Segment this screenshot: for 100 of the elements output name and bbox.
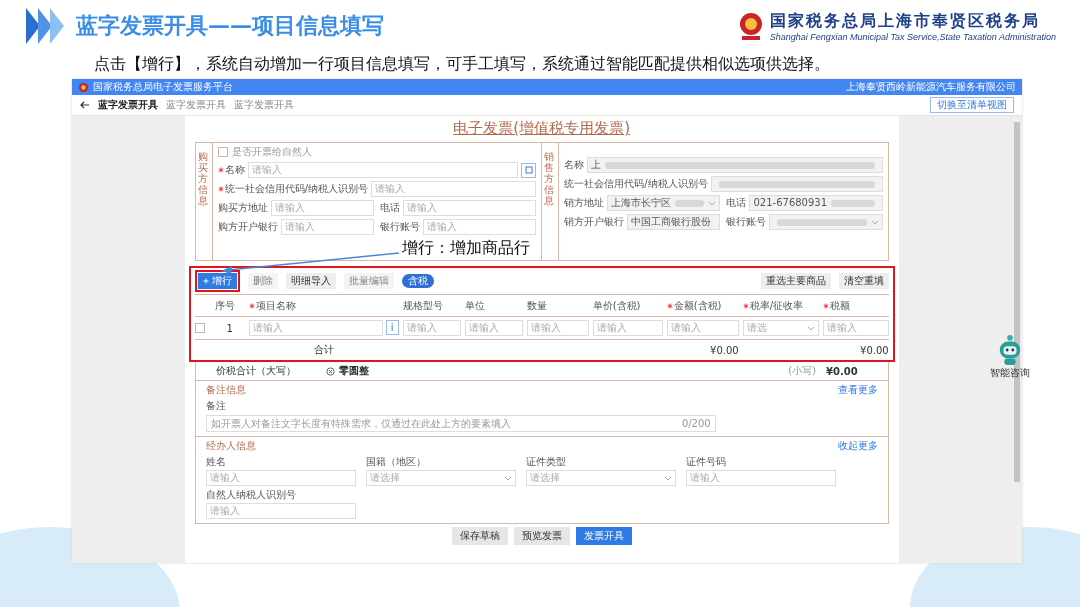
toolbar-button[interactable]: 明细导入 (285, 273, 336, 289)
section-side-label: 销售方信息 (542, 143, 560, 260)
breadcrumb-item[interactable]: 蓝字发票开具 (166, 98, 226, 112)
required-asterisk-icon (217, 167, 224, 173)
section-title: 备注信息 (205, 383, 246, 397)
input-field[interactable]: 请输入 (371, 181, 537, 197)
footer-button[interactable]: 发票开具 (575, 527, 632, 545)
input-field[interactable]: 请输入 (248, 320, 383, 336)
field-label: 备注 (205, 399, 227, 413)
field-value: 021-67680931 (753, 196, 828, 210)
invoice-title: 电子发票(增值税专用发票) (452, 118, 632, 139)
column-header: 单价(含税) (592, 299, 642, 313)
field-label: 名称 (564, 158, 585, 172)
field-label: 电话 (379, 201, 400, 215)
organization-name: 国家税务总局上海市奉贤区税务局 (769, 10, 1041, 32)
field-value: 上 (591, 158, 602, 172)
input-field[interactable]: 请输入 (247, 162, 519, 178)
switch-view-button[interactable]: 切换至清单视图 (930, 97, 1014, 113)
required-asterisk-icon (742, 303, 749, 309)
amount-in-words: 零圆整 (338, 364, 369, 378)
slide-title: 蓝字发票开具——项目信息填写 (76, 12, 384, 40)
organization-english-name: Shanghai Fengxian Municipal Tax Service,State Taxation Administration (769, 31, 1056, 42)
field-label: 证件号码 (685, 455, 727, 469)
redacted-block (831, 199, 875, 207)
redacted-block (675, 199, 705, 207)
toggle-switch[interactable]: 含税 (401, 274, 434, 288)
breadcrumb-item[interactable]: 蓝字发票开具 (234, 98, 294, 112)
input-field[interactable]: 请输入 (270, 200, 374, 216)
field-label: 银行账号 (379, 220, 420, 234)
input-field[interactable]: 请输入 (526, 320, 589, 336)
column-header: 规格型号 (402, 299, 444, 313)
total-amount: ¥0.00 (709, 344, 739, 356)
input-field[interactable]: 请输入 (402, 200, 537, 216)
toolbar-button[interactable]: 重选主要商品 (760, 273, 831, 289)
toolbar-button[interactable]: 清空重填 (838, 273, 889, 289)
checkbox-label: 是否开票给自然人 (231, 145, 312, 159)
field-label: 姓名 (205, 455, 227, 469)
footer-button[interactable]: 预览发票 (513, 527, 570, 545)
total-label: 价税合计（大写） (215, 364, 296, 378)
input-field[interactable]: 请输入 (205, 503, 356, 519)
lookup-button[interactable] (521, 162, 537, 178)
input-field[interactable]: 请输入 (685, 470, 836, 486)
required-asterisk-icon (217, 186, 224, 192)
required-asterisk-icon (822, 303, 829, 309)
field-value: 中国工商银行股份 (631, 215, 712, 229)
column-header: 项目名称 (248, 298, 399, 313)
caret-icon (708, 200, 717, 206)
caret-icon (806, 325, 815, 331)
caret-icon (870, 219, 879, 225)
more-link[interactable]: 查看更多 (837, 383, 878, 397)
column-header: 单位 (464, 299, 486, 313)
select-field[interactable]: 请选择 (525, 470, 676, 486)
plus-icon (202, 278, 209, 284)
caret-icon (503, 475, 512, 481)
input-field[interactable]: 请输入 (464, 320, 523, 336)
placeholder-text: 如开票人对备注文字长度有特殊需求，仅通过在此处上方的要素填入 (210, 416, 511, 431)
checkbox[interactable] (217, 147, 228, 157)
callout-text: 增行：增加商品行 (402, 238, 531, 258)
close-circle-icon (325, 366, 335, 376)
section-side-label: 购买方信息 (195, 143, 213, 260)
input-field[interactable]: 请输入 (280, 219, 374, 235)
select-field[interactable]: 请选择 (365, 470, 516, 486)
slide-caption: 点击【增行】，系统自动增加一行项目信息填写，可手工填写，系统通过智能匹配提供相似选项供选择。 (94, 54, 831, 75)
document-icon (524, 166, 533, 174)
field-label: 证件类型 (525, 455, 567, 469)
input-field[interactable]: 请输入 (666, 320, 739, 336)
assistant-label[interactable]: 智能咨询 (990, 366, 1030, 380)
column-header: 税率/征收率 (742, 298, 819, 313)
total-tax: ¥0.00 (859, 344, 889, 356)
field-label: 国籍（地区） (365, 455, 427, 469)
field-label: 购方开户银行 (217, 220, 278, 234)
table-cell-text: 1 (225, 322, 234, 334)
footer-button[interactable]: 保存草稿 (451, 527, 508, 545)
column-header: 序号 (214, 299, 236, 313)
emblem-icon (78, 81, 89, 93)
field-label: 银行账号 (726, 215, 767, 229)
field-label: 统一社会信用代码/纳税人识别号 (564, 177, 708, 191)
required-asterisk-icon (666, 303, 673, 309)
total-label: (小写) (788, 364, 817, 378)
field-label: 统一社会信用代码/纳税人识别号 (217, 182, 369, 196)
input-field[interactable]: 请输入 (592, 320, 663, 336)
row-checkbox[interactable] (194, 323, 205, 333)
field-label: 销方开户银行 (564, 215, 625, 229)
collapse-link[interactable]: 收起更多 (837, 439, 878, 453)
page-title: 蓝字发票开具 (98, 98, 158, 112)
input-field[interactable]: 请输入 (205, 470, 356, 486)
add-row-button[interactable]: 增行 (197, 273, 237, 289)
field-label: 电话 (726, 196, 747, 210)
back-arrow-icon[interactable] (80, 101, 90, 109)
user-company: 上海奉贤西岭新能源汽车服务有限公司 (846, 80, 1016, 94)
input-field[interactable]: 请输入 (422, 219, 537, 235)
info-button[interactable]: i (385, 320, 399, 335)
input-field[interactable]: 请输入 (822, 320, 889, 336)
select-field[interactable]: 请选 (742, 320, 819, 336)
total-label: 合计 (312, 343, 335, 357)
input-field[interactable]: 请输入 (402, 320, 461, 336)
field-label: 名称 (217, 163, 245, 177)
remark-textarea[interactable]: 如开票人对备注文字长度有特殊需求，仅通过在此处上方的要素填入 0/200 (205, 415, 716, 432)
character-counter: 0/200 (681, 418, 711, 429)
required-asterisk-icon (248, 303, 255, 309)
